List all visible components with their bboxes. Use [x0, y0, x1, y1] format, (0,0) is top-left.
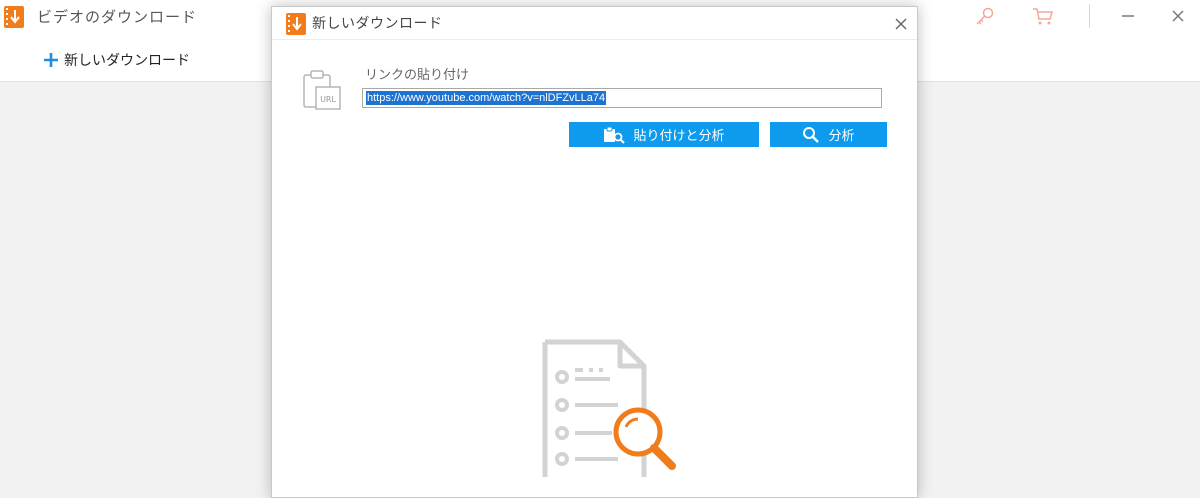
url-input[interactable]: https://www.youtube.com/watch?v=nlDFZvLL… [362, 88, 882, 108]
new-download-button[interactable]: 新しいダウンロード [42, 49, 190, 71]
plus-icon [44, 53, 58, 67]
document-search-illustration-icon [540, 337, 685, 477]
search-icon [803, 126, 820, 143]
paste-and-analyze-button[interactable]: 貼り付けと分析 [569, 122, 759, 147]
key-icon[interactable] [972, 4, 998, 30]
new-download-dialog: 新しいダウンロード URL リンクの貼り付け https://www.youtu… [271, 6, 918, 498]
dialog-divider [272, 39, 917, 40]
analyze-label: 分析 [828, 129, 855, 144]
paste-and-analyze-label: 貼り付けと分析 [633, 129, 725, 144]
cart-icon[interactable] [1030, 4, 1056, 30]
url-input-value: https://www.youtube.com/watch?v=nlDFZvLL… [366, 91, 607, 105]
dialog-title: 新しいダウンロード [312, 16, 443, 32]
svg-text:URL: URL [320, 95, 336, 104]
dialog-logo-icon [286, 13, 306, 35]
clipboard-url-icon: URL [302, 67, 342, 115]
app-logo-icon [4, 6, 24, 28]
analyze-button[interactable]: 分析 [770, 122, 887, 147]
app-title: ビデオのダウンロード [37, 8, 198, 26]
new-download-label: 新しいダウンロード [64, 53, 190, 69]
close-icon[interactable] [1166, 4, 1190, 28]
paste-link-label: リンクの貼り付け [365, 68, 470, 83]
titlebar-separator [1089, 4, 1090, 28]
clipboard-search-icon [604, 126, 626, 144]
dialog-close-icon[interactable] [892, 15, 910, 33]
minimize-icon[interactable] [1116, 4, 1140, 28]
